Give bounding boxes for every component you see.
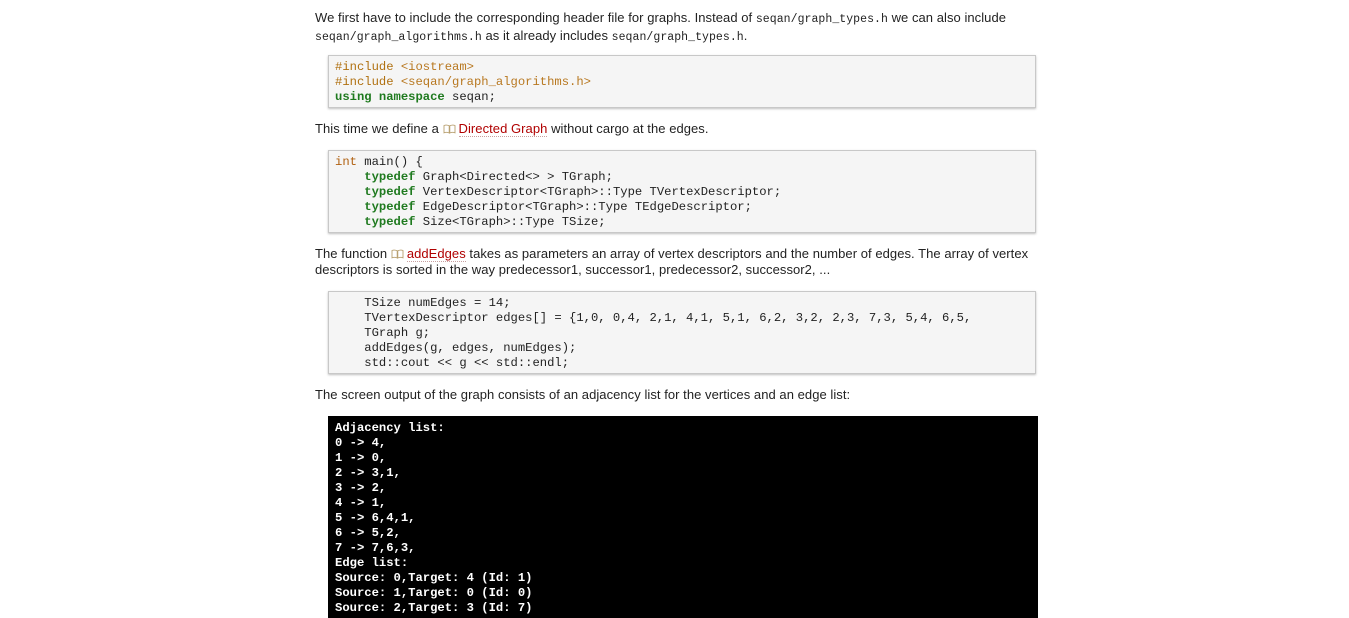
typedef-code-block[interactable]: int main() { typedef Graph<Directed<> > … xyxy=(328,150,1036,233)
code-line: std::cout << g << std::endl; xyxy=(335,356,570,370)
para1-text-4: . xyxy=(743,28,748,43)
terminal-line: Source: 1,Target: 0 (Id: 0) xyxy=(335,586,533,600)
keyword: using xyxy=(335,90,372,104)
terminal-line: 6 -> 5,2, xyxy=(335,526,401,540)
terminal-line: Adjacency list: xyxy=(335,421,445,435)
code-line: #include <iostream> xyxy=(335,60,1029,75)
code-text: Size<TGraph>::Type TSize; xyxy=(415,215,606,229)
para4-text-1: The screen output of the graph consists … xyxy=(315,387,851,402)
code-line: addEdges(g, edges, numEdges); xyxy=(335,341,577,355)
code-line: typedef VertexDescriptor<TGraph>::Type T… xyxy=(335,185,1029,200)
code-line: typedef Graph<Directed<> > TGraph; xyxy=(335,170,1029,185)
terminal-line: Edge list: xyxy=(335,556,409,570)
code-text: seqan; xyxy=(444,90,496,104)
add-edges-link[interactable]: addEdges xyxy=(406,246,466,262)
header-path-graph-algorithms: seqan/graph_algorithms.h xyxy=(315,31,482,44)
terminal-line: Source: 2,Target: 3 (Id: 7) xyxy=(335,601,533,615)
code-line: TVertexDescriptor edges[] = {1,0, 0,4, 2… xyxy=(335,311,972,325)
directed-graph-paragraph: This time we define a Directed Graph wit… xyxy=(315,121,1041,137)
para3-text-1: The function xyxy=(315,246,391,261)
terminal-line: 1 -> 0, xyxy=(335,451,387,465)
para1-text-3: as it already includes xyxy=(481,28,612,43)
code-line: TSize numEdges = 14; xyxy=(335,296,511,310)
type-keyword: int xyxy=(335,155,357,169)
terminal-output[interactable]: Adjacency list: 0 -> 4, 1 -> 0, 2 -> 3,1, 3 … xyxy=(328,416,1038,618)
preprocessor-directive: #include xyxy=(335,60,401,74)
screen-output-paragraph: The screen output of the graph consists … xyxy=(315,387,1041,403)
include-target: <iostream> xyxy=(400,60,474,74)
header-path-graph-types: seqan/graph_types.h xyxy=(755,13,888,26)
code-line: TGraph g; xyxy=(335,326,431,340)
keyword: typedef xyxy=(364,200,416,214)
para2-text-2: without cargo at the edges. xyxy=(547,121,709,136)
keyword: typedef xyxy=(364,215,416,229)
code-line: using namespace seqan; xyxy=(335,90,1029,105)
keyword: typedef xyxy=(364,170,416,184)
preprocessor-directive: #include xyxy=(335,75,401,89)
add-edges-code-block[interactable]: TSize numEdges = 14; TVertexDescriptor e… xyxy=(328,291,1036,374)
header-path-graph-types-2: seqan/graph_types.h xyxy=(611,31,744,44)
para1-text-2: we can also include xyxy=(887,10,1007,25)
book-icon xyxy=(391,247,404,259)
add-edges-paragraph: The function addEdges takes as parameter… xyxy=(315,246,1041,278)
terminal-line: 2 -> 3,1, xyxy=(335,466,401,480)
code-line: int main() { xyxy=(335,155,1029,170)
directed-graph-link[interactable]: Directed Graph xyxy=(458,121,548,137)
include-target: <seqan/graph_algorithms.h> xyxy=(400,75,591,89)
code-text: Graph<Directed<> > TGraph; xyxy=(415,170,613,184)
book-icon xyxy=(443,122,456,134)
terminal-line: 0 -> 4, xyxy=(335,436,387,450)
terminal-line: 7 -> 7,6,3, xyxy=(335,541,416,555)
code-text: EdgeDescriptor<TGraph>::Type TEdgeDescri… xyxy=(415,200,752,214)
terminal-line: 4 -> 1, xyxy=(335,496,387,510)
code-text: main() { xyxy=(356,155,423,169)
keyword: typedef xyxy=(364,185,416,199)
intro-paragraph: We first have to include the correspondi… xyxy=(315,10,1041,46)
terminal-line: Source: 0,Target: 4 (Id: 1) xyxy=(335,571,533,585)
code-text: VertexDescriptor<TGraph>::Type TVertexDe… xyxy=(415,185,782,199)
terminal-line: 3 -> 2, xyxy=(335,481,387,495)
para1-text-1: We first have to include the correspondi… xyxy=(315,10,756,25)
keyword: namespace xyxy=(378,90,445,104)
code-line: typedef Size<TGraph>::Type TSize; xyxy=(335,215,1029,230)
terminal-line: 5 -> 6,4,1, xyxy=(335,511,416,525)
code-line: #include <seqan/graph_algorithms.h> xyxy=(335,75,1029,90)
include-code-block[interactable]: #include <iostream> #include <seqan/graph… xyxy=(328,55,1036,108)
para2-text-1: This time we define a xyxy=(315,121,443,136)
code-line: typedef EdgeDescriptor<TGraph>::Type TEd… xyxy=(335,200,1029,215)
